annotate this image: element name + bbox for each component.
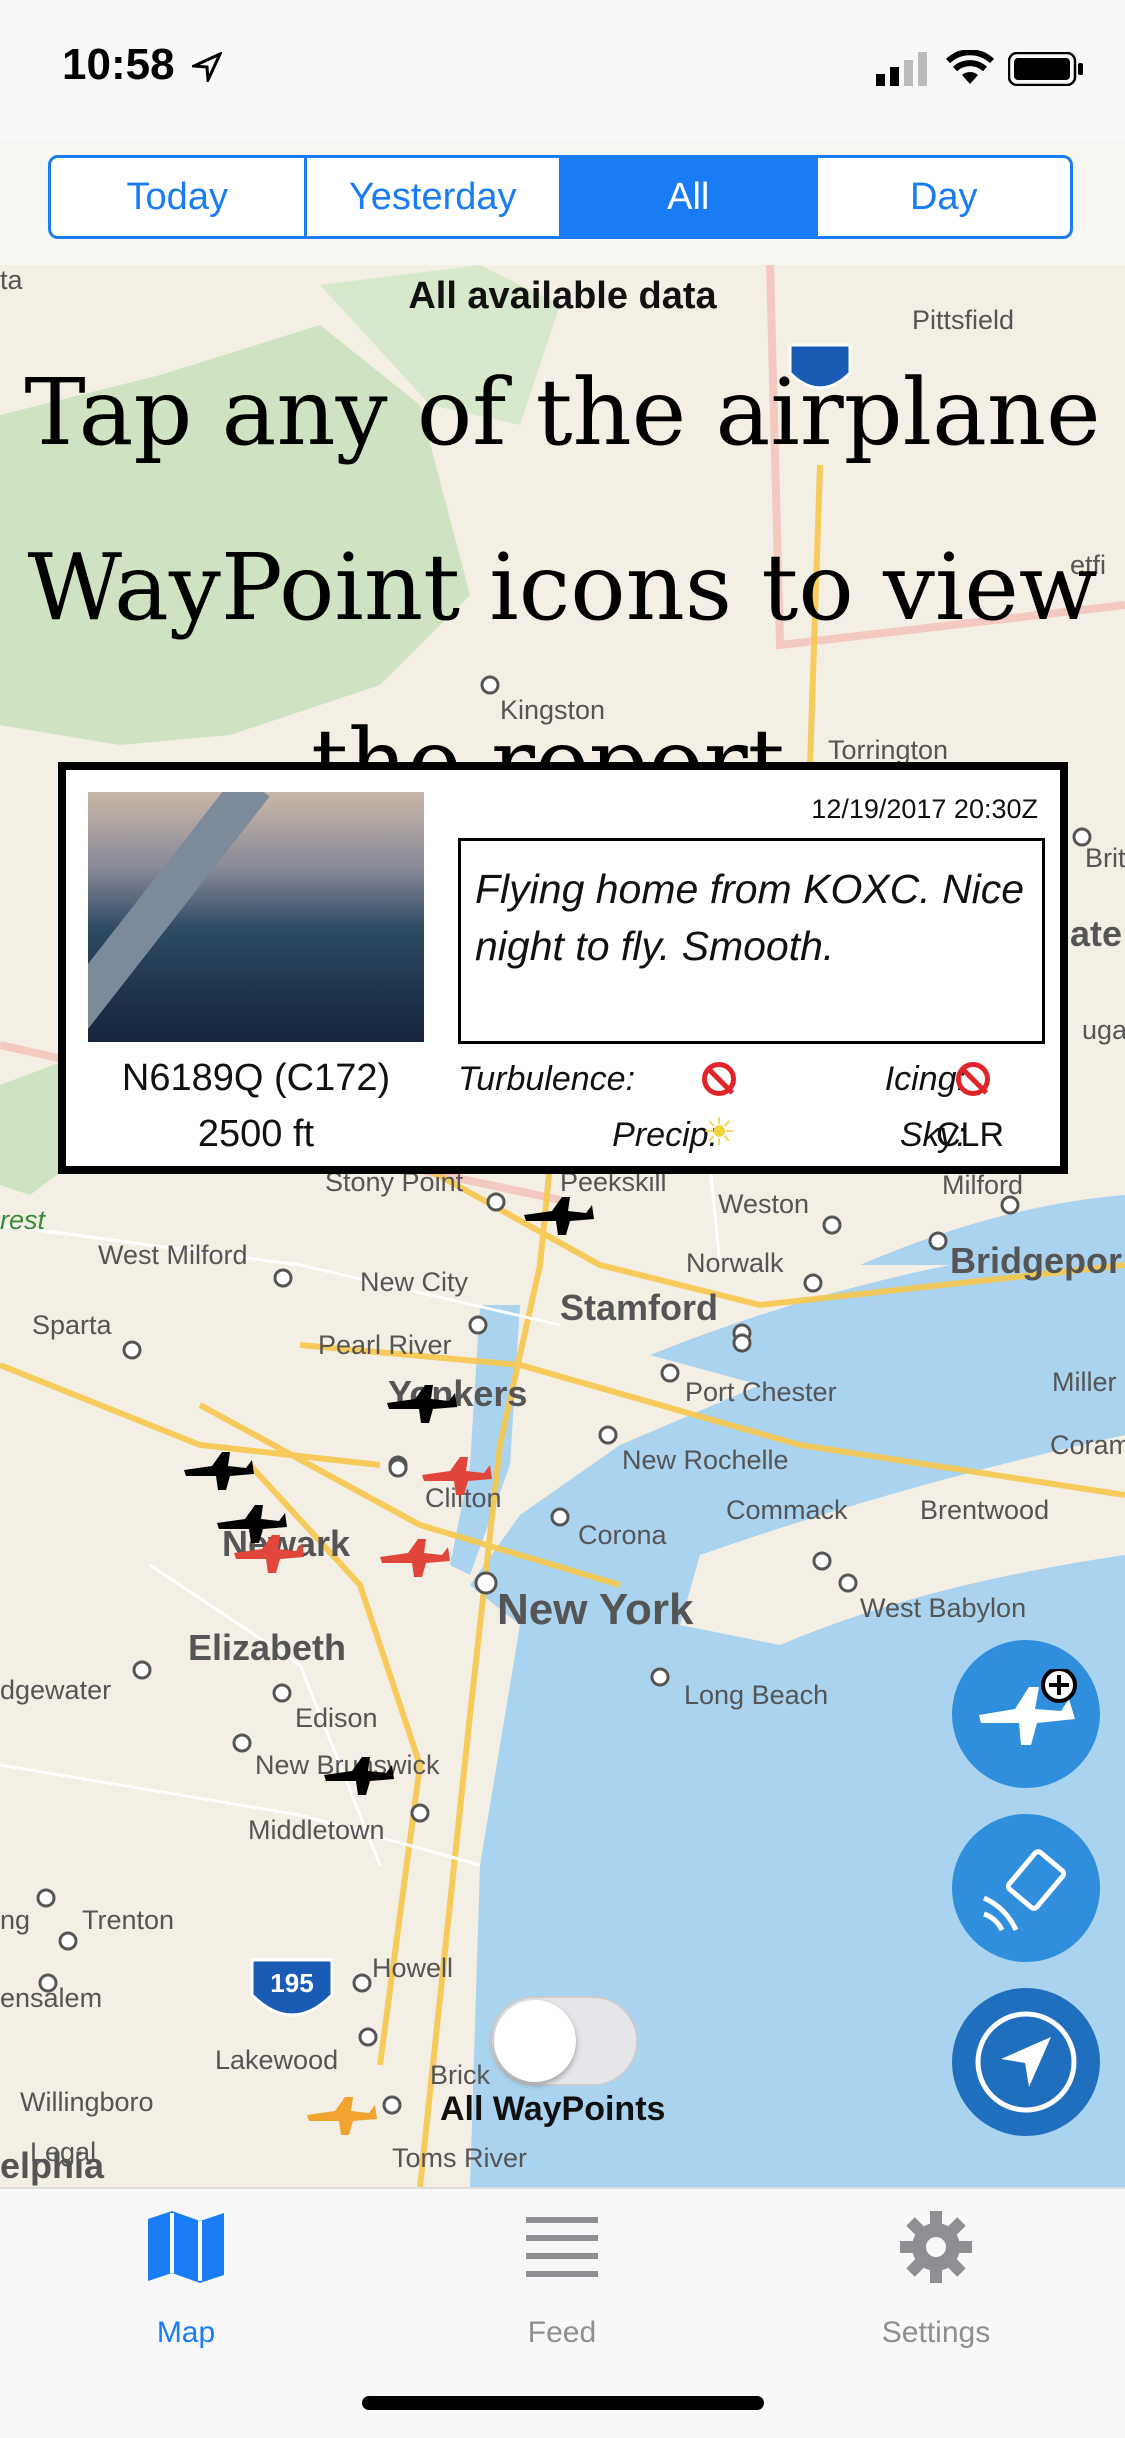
map-label-ugat: ugat — [1082, 1015, 1125, 1045]
waypoint-plane-orange-icon[interactable] — [305, 2095, 377, 2139]
map-label-bridgeport: Bridgepor — [950, 1240, 1123, 1281]
map-label-ate: ate — [1070, 913, 1123, 954]
map-label-weston: Weston — [718, 1189, 810, 1219]
report-photo[interactable] — [88, 792, 424, 1042]
map-label-howell: Howell — [372, 1953, 454, 1983]
map-label-hamilton: ng — [0, 1905, 31, 1935]
map-label-brick: Brick — [430, 2060, 490, 2090]
prohibited-icon — [956, 1062, 990, 1096]
map-label-stamford: Stamford — [560, 1287, 719, 1328]
waypoint-plane-black-icon[interactable] — [522, 1195, 594, 1239]
map-label-new-city: New City — [360, 1267, 469, 1297]
add-plane-icon — [979, 1669, 1077, 1745]
map-label-new-rochelle: New Rochelle — [622, 1445, 789, 1475]
map-label-long-beach: Long Beach — [684, 1680, 829, 1710]
waypoint-plane-black-icon[interactable] — [385, 1383, 457, 1427]
report-callout[interactable]: 12/19/2017 20:30Z Flying home from KOXC.… — [58, 762, 1068, 1174]
tab-settings-label: Settings — [881, 2316, 991, 2349]
aircraft-info: N6189Q (C172) 2500 ft — [88, 1050, 424, 1162]
report-date: 12/19/2017 20:30Z — [811, 794, 1038, 824]
map-label-new-york: New York — [497, 1585, 694, 1634]
map-label-brentwood: Brentwood — [920, 1495, 1050, 1525]
report-message: Flying home from KOXC. Nice night to fly… — [458, 838, 1045, 1044]
current-location-button[interactable] — [952, 1988, 1100, 2136]
map-label-west-babylon: West Babylon — [860, 1593, 1027, 1623]
tab-settings[interactable]: Settings — [836, 2211, 1036, 2349]
waypoint-plane-red-icon[interactable] — [420, 1455, 492, 1499]
wifi-icon — [946, 50, 994, 84]
segment-yesterday[interactable]: Yesterday — [307, 158, 562, 236]
segment-all[interactable]: All — [562, 158, 818, 236]
signal-icon — [876, 52, 927, 86]
map-label-forest: rest — [0, 1205, 46, 1235]
status-bar: 10:58 — [0, 0, 1125, 140]
aircraft-altitude: 2500 ft — [197, 1113, 315, 1155]
map-label-sparta: Sparta — [32, 1310, 112, 1340]
satellite-icon — [982, 1849, 1067, 1932]
tab-feed-label: Feed — [527, 2316, 597, 2349]
aircraft-id: N6189Q (C172) — [121, 1057, 391, 1099]
map-label-norwalk: Norwalk — [686, 1248, 784, 1278]
all-waypoints-label: All WayPoints — [440, 2090, 666, 2128]
list-icon — [526, 2217, 598, 2277]
map-label-pearl-river: Pearl River — [318, 1330, 452, 1360]
precip-label: Precip: — [612, 1116, 718, 1154]
turbulence-label: Turbulence: — [458, 1060, 636, 1098]
status-time: 10:58 — [62, 40, 175, 89]
highway-shield-195: 195 — [270, 1968, 313, 1998]
prohibited-icon — [702, 1062, 736, 1096]
tab-feed[interactable]: Feed — [462, 2211, 662, 2349]
waypoint-plane-black-icon[interactable] — [182, 1450, 254, 1494]
map-label-port-chester: Port Chester — [685, 1377, 837, 1407]
map-icon — [148, 2211, 224, 2283]
location-arrow-icon — [192, 52, 222, 82]
location-arrow-icon — [975, 2011, 1077, 2113]
map-label-willingboro: Willingboro — [20, 2087, 154, 2117]
home-indicator[interactable] — [362, 2396, 764, 2410]
map-label-milford: Milford — [942, 1170, 1024, 1200]
date-range-segmented-control: Today Yesterday All Day — [48, 155, 1073, 239]
waypoint-plane-black-icon[interactable] — [322, 1755, 394, 1799]
segment-day[interactable]: Day — [818, 158, 1071, 236]
toggle-knob — [494, 2000, 576, 2082]
add-waypoint-button[interactable] — [952, 1640, 1100, 1788]
all-waypoints-toggle[interactable] — [490, 1996, 638, 2086]
waypoint-plane-red-icon[interactable] — [232, 1533, 304, 1577]
data-range-caption: All available data — [408, 275, 717, 317]
map-label-coram: Coram — [1050, 1430, 1125, 1460]
map-label-trenton: Trenton — [82, 1905, 175, 1935]
map-label-west-milford: West Milford — [98, 1240, 248, 1270]
map-label-bensalem: ensalem — [0, 1983, 103, 2013]
tab-map[interactable]: Map — [86, 2211, 286, 2349]
gear-icon — [900, 2211, 972, 2283]
map-label-bridgewater: dgewater — [0, 1675, 112, 1705]
sun-icon: ☀ — [702, 1112, 737, 1154]
map-label-corona: Corona — [578, 1520, 667, 1550]
map-satellite-button[interactable] — [952, 1814, 1100, 1962]
map-label-elizabeth: Elizabeth — [188, 1627, 347, 1668]
icing-label: Icing: — [884, 1060, 966, 1098]
map-label-toms-river: Toms River — [392, 2143, 528, 2173]
map-label-miller: Miller — [1052, 1367, 1117, 1397]
map-label-edison: Edison — [295, 1703, 378, 1733]
map-label-philadelphia: elphia — [0, 2145, 105, 2186]
battery-icon — [1008, 52, 1083, 86]
tab-map-label: Map — [156, 2316, 216, 2349]
map-label-commack: Commack — [726, 1495, 848, 1525]
map-label-middletown: Middletown — [248, 1815, 385, 1845]
waypoint-plane-red-icon[interactable] — [378, 1537, 450, 1581]
map-label-lakewood: Lakewood — [215, 2045, 339, 2075]
segment-today[interactable]: Today — [51, 158, 307, 236]
sky-value: CLR — [936, 1116, 1005, 1154]
